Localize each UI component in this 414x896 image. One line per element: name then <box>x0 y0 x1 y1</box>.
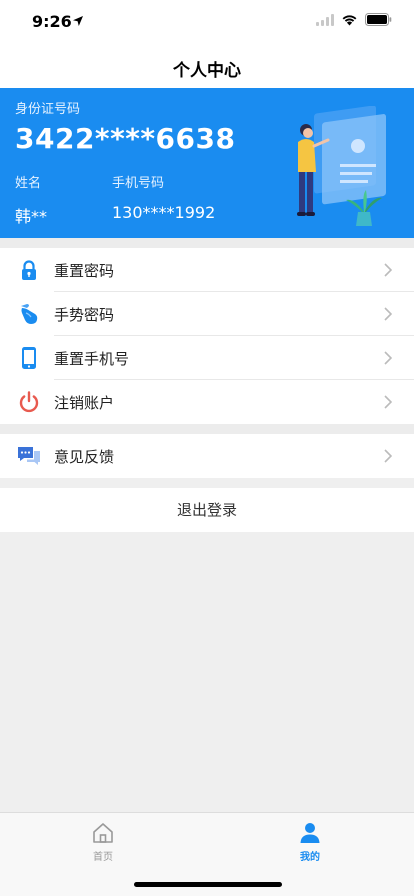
menu-item-reset-password[interactable]: 重置密码 <box>0 248 414 292</box>
phone-icon <box>22 347 36 369</box>
settings-menu: 重置密码 手势密码 重置手机号 注销账户 <box>0 248 414 424</box>
phone-label: 手机号码 <box>112 176 165 191</box>
person-icon <box>300 823 320 843</box>
feedback-menu: 意见反馈 <box>0 434 414 478</box>
menu-label-reset-phone: 重置手机号 <box>54 350 130 368</box>
menu-label-gesture-password: 手势密码 <box>54 306 115 324</box>
chevron-right-icon <box>384 395 392 409</box>
profile-illustration <box>297 106 386 226</box>
section-gap <box>0 424 414 434</box>
location-arrow-icon <box>73 16 83 26</box>
power-icon <box>19 391 39 413</box>
profile-card: 身份证号码 3422****6638 姓名 手机号码 韩** 130****19… <box>0 88 414 238</box>
lock-icon <box>22 260 36 280</box>
wifi-icon <box>342 14 357 25</box>
status-bar: 9:26 <box>0 0 414 44</box>
battery-icon <box>365 13 392 26</box>
id-number: 3422****6638 <box>15 122 236 155</box>
menu-item-gesture-password[interactable]: 手势密码 <box>0 292 414 336</box>
chat-bubble-icon <box>18 447 40 465</box>
name-value: 韩** <box>15 207 48 226</box>
section-gap <box>0 238 414 248</box>
tab-home[interactable]: 首页 <box>53 821 153 863</box>
menu-label-feedback: 意见反馈 <box>54 448 115 466</box>
chevron-right-icon <box>384 307 392 321</box>
name-label: 姓名 <box>15 176 42 191</box>
status-time: 9:26 <box>32 12 72 31</box>
home-indicator <box>134 882 282 887</box>
home-icon <box>93 823 113 843</box>
screen: 9:26 个人中心 身份证号码 3422****6638 姓名 手机号码 韩**… <box>0 0 414 896</box>
tab-label-home: 首页 <box>93 852 113 863</box>
nav-bar: 个人中心 <box>0 44 414 88</box>
chevron-right-icon <box>384 263 392 277</box>
chevron-right-icon <box>384 449 392 463</box>
chevron-right-icon <box>384 351 392 365</box>
logout-button[interactable]: 退出登录 <box>0 488 414 532</box>
phone-value: 130****1992 <box>112 203 216 222</box>
menu-item-feedback[interactable]: 意见反馈 <box>0 434 414 478</box>
tab-mine[interactable]: 我的 <box>260 821 360 863</box>
status-indicators <box>316 13 392 26</box>
menu-label-cancel-account: 注销账户 <box>54 394 115 412</box>
menu-item-cancel-account[interactable]: 注销账户 <box>0 380 414 424</box>
gesture-hand-icon <box>21 304 38 324</box>
page-title: 个人中心 <box>173 61 241 81</box>
menu-item-reset-phone[interactable]: 重置手机号 <box>0 336 414 380</box>
tab-label-mine: 我的 <box>300 852 320 863</box>
menu-label-reset-password: 重置密码 <box>54 262 115 280</box>
cellular-signal-icon <box>316 13 334 26</box>
id-label: 身份证号码 <box>15 102 81 117</box>
